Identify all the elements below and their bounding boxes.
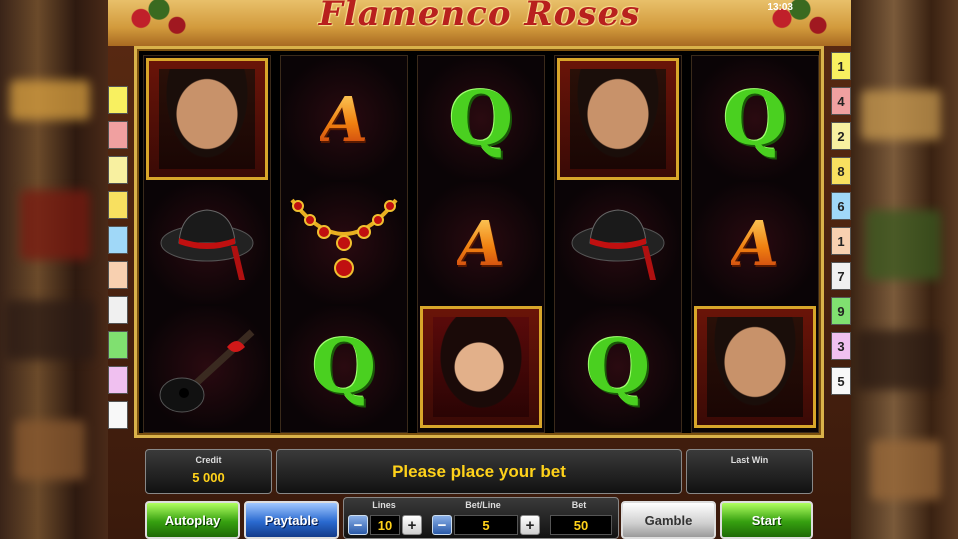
blurred-decor bbox=[10, 80, 90, 120]
payline-marker bbox=[108, 86, 128, 114]
payline-marker bbox=[108, 296, 128, 324]
woman-symbol bbox=[420, 306, 542, 428]
title-bar: Flamenco Roses 13:03 bbox=[108, 0, 851, 46]
payline-marker: 1 bbox=[831, 227, 851, 255]
background-left bbox=[0, 0, 108, 539]
payline-marker bbox=[108, 366, 128, 394]
last-win-label: Last Win bbox=[730, 455, 769, 465]
hat-symbol bbox=[557, 182, 679, 304]
payline-marker: 2 bbox=[831, 122, 851, 150]
start-button[interactable]: Start bbox=[720, 501, 813, 539]
man-symbol bbox=[694, 306, 816, 428]
credit-display: Credit 5 000 bbox=[145, 449, 272, 494]
betline-increase-button[interactable]: + bbox=[520, 515, 540, 535]
queen-glyph: Q bbox=[311, 324, 377, 410]
credit-value: 5 000 bbox=[192, 470, 225, 485]
queen-glyph: Q bbox=[722, 76, 788, 162]
queen-symbol: Q bbox=[420, 58, 542, 180]
payline-marker: 1 bbox=[831, 52, 851, 80]
payline-marker bbox=[108, 261, 128, 289]
necklace-icon bbox=[290, 198, 398, 278]
ace-symbol: A bbox=[283, 58, 405, 180]
reel-window: AQQAQQA bbox=[134, 46, 824, 438]
payline-marker: 3 bbox=[831, 332, 851, 360]
paytable-button[interactable]: Paytable bbox=[244, 501, 339, 539]
ace-glyph: A bbox=[319, 82, 369, 156]
roses-decoration-left bbox=[114, 0, 204, 46]
payline-marker bbox=[108, 331, 128, 359]
man-symbol bbox=[146, 58, 268, 180]
queen-symbol: Q bbox=[694, 58, 816, 180]
man-portrait bbox=[159, 69, 255, 169]
game-title: Flamenco Roses bbox=[318, 0, 641, 34]
credit-label: Credit bbox=[195, 455, 222, 465]
guitar-symbol bbox=[146, 306, 268, 428]
betline-decrease-button[interactable]: − bbox=[432, 515, 452, 535]
queen-glyph: Q bbox=[448, 76, 514, 162]
payline-marker bbox=[108, 226, 128, 254]
queen-glyph: Q bbox=[585, 324, 651, 410]
status-message: Please place your bet bbox=[392, 461, 566, 481]
bet-controls: Lines Bet/Line Bet − 10 + − 5 + 50 bbox=[343, 497, 619, 539]
guitar-icon bbox=[159, 329, 255, 413]
lines-label: Lines bbox=[372, 500, 396, 510]
lines-increase-button[interactable]: + bbox=[402, 515, 422, 535]
payline-marker bbox=[108, 191, 128, 219]
betline-label: Bet/Line bbox=[465, 500, 501, 510]
payline-marker: 9 bbox=[831, 297, 851, 325]
lines-value: 10 bbox=[370, 515, 400, 535]
background-right bbox=[851, 0, 958, 539]
message-display: Please place your bet bbox=[276, 449, 682, 494]
payline-marker: 6 bbox=[831, 192, 851, 220]
hat-icon bbox=[571, 209, 665, 280]
blurred-decor bbox=[871, 440, 941, 500]
payline-markers-left bbox=[108, 86, 128, 436]
lines-decrease-button[interactable]: − bbox=[348, 515, 368, 535]
blurred-decor bbox=[861, 90, 941, 140]
queen-symbol: Q bbox=[283, 306, 405, 428]
man-portrait bbox=[707, 317, 803, 417]
hat-symbol bbox=[146, 182, 268, 304]
payline-marker bbox=[108, 401, 128, 429]
ace-symbol: A bbox=[694, 182, 816, 304]
blurred-decor bbox=[5, 300, 95, 360]
bet-value: 50 bbox=[550, 515, 612, 535]
blurred-decor bbox=[866, 210, 941, 280]
hat-icon bbox=[160, 209, 254, 280]
payline-marker: 4 bbox=[831, 87, 851, 115]
payline-markers-right: 1 4 2 8 6 1 7 9 3 5 bbox=[831, 52, 851, 402]
reel: QA bbox=[691, 55, 819, 433]
payline-marker bbox=[108, 121, 128, 149]
ace-glyph: A bbox=[730, 206, 780, 280]
autoplay-button[interactable]: Autoplay bbox=[145, 501, 240, 539]
reel: AQ bbox=[280, 55, 408, 433]
blurred-decor bbox=[20, 190, 90, 260]
blurred-decor bbox=[15, 420, 85, 480]
bet-label: Bet bbox=[571, 500, 587, 510]
clock: 13:03 bbox=[767, 2, 793, 13]
betline-value: 5 bbox=[454, 515, 518, 535]
payline-marker: 5 bbox=[831, 367, 851, 395]
queen-symbol: Q bbox=[557, 306, 679, 428]
gamble-button[interactable]: Gamble bbox=[621, 501, 716, 539]
payline-marker: 7 bbox=[831, 262, 851, 290]
ace-glyph: A bbox=[456, 206, 506, 280]
man-portrait bbox=[570, 69, 666, 169]
reel: Q bbox=[554, 55, 682, 433]
slot-machine: Flamenco Roses 13:03 1428617935 AQQAQQA … bbox=[108, 0, 851, 539]
woman-portrait bbox=[433, 317, 529, 417]
blurred-decor bbox=[856, 330, 941, 390]
payline-marker: 8 bbox=[831, 157, 851, 185]
payline-marker bbox=[108, 156, 128, 184]
reel bbox=[143, 55, 271, 433]
reel: QA bbox=[417, 55, 545, 433]
necklace-symbol bbox=[283, 182, 405, 304]
ace-symbol: A bbox=[420, 182, 542, 304]
man-symbol bbox=[557, 58, 679, 180]
last-win-display: Last Win bbox=[686, 449, 813, 494]
